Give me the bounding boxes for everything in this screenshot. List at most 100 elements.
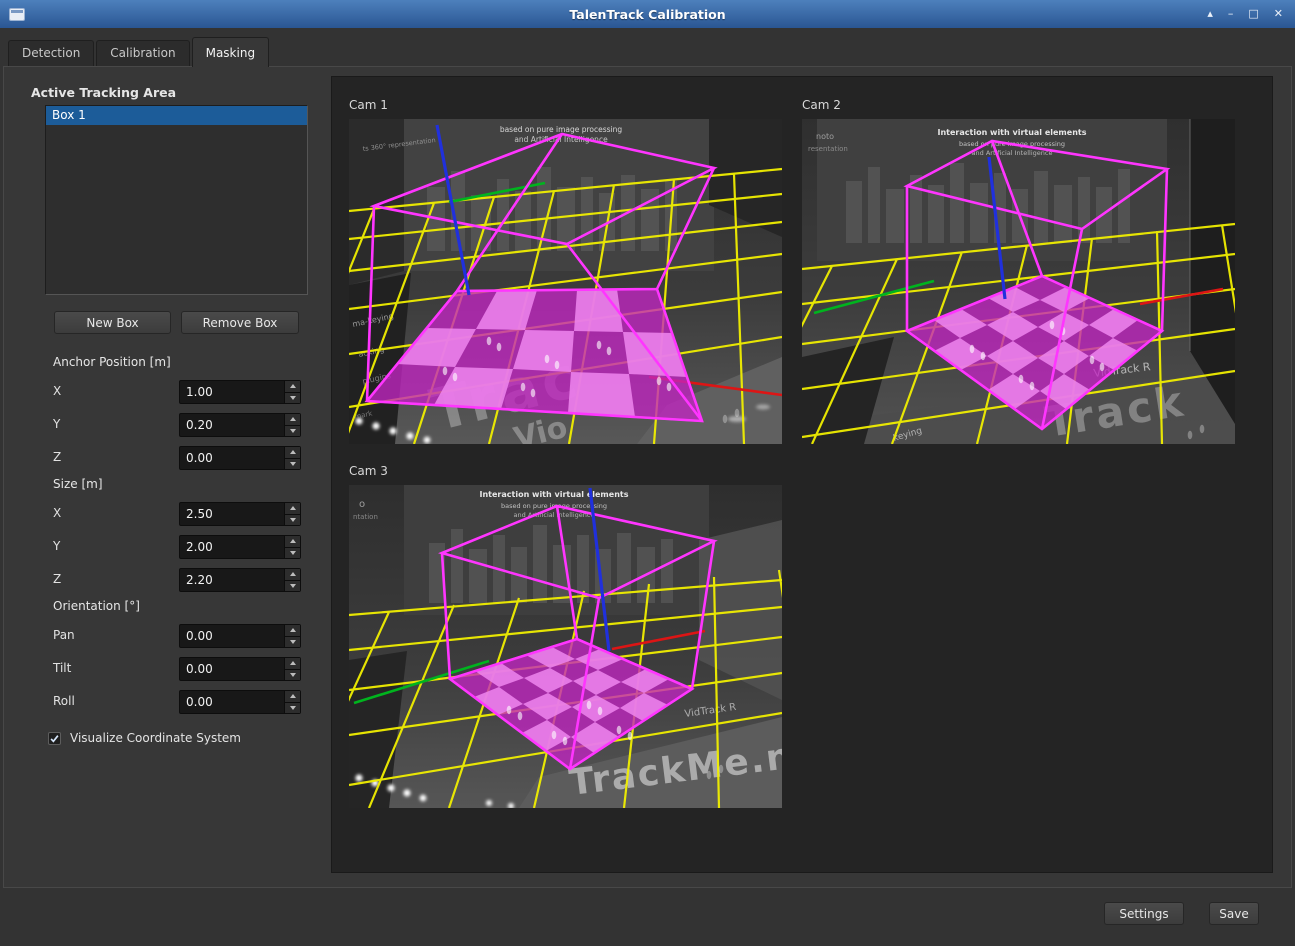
minimize-button-icon[interactable]: –	[1228, 0, 1234, 28]
cam1-label: Cam 1	[349, 98, 782, 113]
shade-button-icon[interactable]: ▴	[1207, 0, 1213, 28]
anchor-y-spin-buttons	[284, 414, 300, 436]
cam3-corner-text-1: o	[359, 499, 365, 510]
down-arrow-icon	[290, 706, 296, 710]
size-y-increment-button[interactable]	[285, 536, 300, 548]
tab-detection[interactable]: Detection	[8, 40, 94, 66]
pan-increment-button[interactable]	[285, 625, 300, 637]
size-z-decrement-button[interactable]	[285, 581, 300, 592]
anchor-y-label: Y	[53, 417, 60, 431]
anchor-y-increment-button[interactable]	[285, 414, 300, 426]
new-box-button[interactable]: New Box	[54, 311, 171, 334]
active-tracking-area-heading: Active Tracking Area	[31, 85, 176, 100]
anchor-z-increment-button[interactable]	[285, 447, 300, 459]
roll-spinbox[interactable]	[179, 690, 301, 714]
cam2-block: Cam 2	[802, 98, 1235, 444]
window-controls: ▴ – □ ✕	[1207, 0, 1295, 28]
cam3-view[interactable]: Interaction with virtual elements based …	[349, 485, 782, 808]
orientation-tilt-row: Tilt	[53, 657, 301, 681]
cam3-block: Cam 3	[349, 464, 782, 808]
pan-input[interactable]	[180, 625, 284, 647]
size-x-decrement-button[interactable]	[285, 515, 300, 526]
anchor-y-row: Y	[53, 413, 301, 437]
tracking-area-list[interactable]: Box 1	[45, 105, 308, 295]
tilt-spinbox[interactable]	[179, 657, 301, 681]
cam3-label: Cam 3	[349, 464, 782, 479]
pan-label: Pan	[53, 628, 75, 642]
size-x-row: X	[53, 502, 301, 526]
cam1-overlay-text-1: based on pure image processing	[500, 125, 623, 134]
cam2-corner-text-2: resentation	[808, 145, 848, 153]
anchor-y-spinbox[interactable]	[179, 413, 301, 437]
settings-button[interactable]: Settings	[1104, 902, 1184, 925]
size-y-input[interactable]	[180, 536, 284, 558]
orientation-heading: Orientation [°]	[53, 599, 140, 613]
size-heading: Size [m]	[53, 477, 103, 491]
maximize-button-icon[interactable]: □	[1248, 0, 1258, 28]
anchor-y-decrement-button[interactable]	[285, 426, 300, 437]
cam3-corner-text-2: ntation	[353, 513, 378, 521]
up-arrow-icon	[290, 628, 296, 632]
visualize-coordinate-system-checkbox[interactable]: Visualize Coordinate System	[48, 731, 241, 745]
size-z-spinbox[interactable]	[179, 568, 301, 592]
titlebar[interactable]: TalenTrack Calibration ▴ – □ ✕	[0, 0, 1295, 28]
pan-decrement-button[interactable]	[285, 637, 300, 648]
cam1-image: based on pure image processing and Artif…	[349, 119, 782, 444]
anchor-z-label: Z	[53, 450, 61, 464]
tab-masking[interactable]: Masking	[192, 37, 269, 67]
tilt-spin-buttons	[284, 658, 300, 680]
orientation-roll-row: Roll	[53, 690, 301, 714]
size-z-label: Z	[53, 572, 61, 586]
remove-box-button[interactable]: Remove Box	[181, 311, 299, 334]
cam2-label: Cam 2	[802, 98, 1235, 113]
anchor-x-decrement-button[interactable]	[285, 393, 300, 404]
roll-decrement-button[interactable]	[285, 703, 300, 714]
window-menu-icon[interactable]	[9, 8, 25, 21]
pan-spinbox[interactable]	[179, 624, 301, 648]
anchor-z-spinbox[interactable]	[179, 446, 301, 470]
tilt-decrement-button[interactable]	[285, 670, 300, 681]
tab-calibration[interactable]: Calibration	[96, 40, 189, 66]
size-z-spin-buttons	[284, 569, 300, 591]
tilt-input[interactable]	[180, 658, 284, 680]
down-arrow-icon	[290, 551, 296, 555]
anchor-x-spin-buttons	[284, 381, 300, 403]
cam2-image: Interaction with virtual elements based …	[802, 119, 1235, 444]
down-arrow-icon	[290, 673, 296, 677]
cam2-overlay-text-2: and Artificial Intelligence	[972, 149, 1053, 157]
checkbox-label: Visualize Coordinate System	[70, 731, 241, 745]
tilt-increment-button[interactable]	[285, 658, 300, 670]
anchor-x-input[interactable]	[180, 381, 284, 403]
anchor-x-increment-button[interactable]	[285, 381, 300, 393]
cam3-overlay-text-0: Interaction with virtual elements	[480, 490, 629, 499]
anchor-z-decrement-button[interactable]	[285, 459, 300, 470]
size-y-label: Y	[53, 539, 60, 553]
cam1-view[interactable]: based on pure image processing and Artif…	[349, 119, 782, 444]
cam1-block: Cam 1	[349, 98, 782, 444]
down-arrow-icon	[290, 518, 296, 522]
anchor-x-spinbox[interactable]	[179, 380, 301, 404]
tilt-label: Tilt	[53, 661, 71, 675]
down-arrow-icon	[290, 396, 296, 400]
roll-increment-button[interactable]	[285, 691, 300, 703]
size-z-input[interactable]	[180, 569, 284, 591]
anchor-position-heading: Anchor Position [m]	[53, 355, 171, 369]
size-x-increment-button[interactable]	[285, 503, 300, 515]
roll-label: Roll	[53, 694, 75, 708]
anchor-x-row: X	[53, 380, 301, 404]
cam2-view[interactable]: Interaction with virtual elements based …	[802, 119, 1235, 444]
save-button[interactable]: Save	[1209, 902, 1259, 925]
size-x-input[interactable]	[180, 503, 284, 525]
anchor-z-input[interactable]	[180, 447, 284, 469]
anchor-y-input[interactable]	[180, 414, 284, 436]
window-title: TalenTrack Calibration	[0, 7, 1295, 22]
close-button-icon[interactable]: ✕	[1274, 0, 1283, 28]
size-x-spinbox[interactable]	[179, 502, 301, 526]
list-item-box1[interactable]: Box 1	[46, 106, 307, 125]
size-y-spinbox[interactable]	[179, 535, 301, 559]
up-arrow-icon	[290, 539, 296, 543]
size-y-decrement-button[interactable]	[285, 548, 300, 559]
roll-input[interactable]	[180, 691, 284, 713]
orientation-pan-row: Pan	[53, 624, 301, 648]
size-z-increment-button[interactable]	[285, 569, 300, 581]
